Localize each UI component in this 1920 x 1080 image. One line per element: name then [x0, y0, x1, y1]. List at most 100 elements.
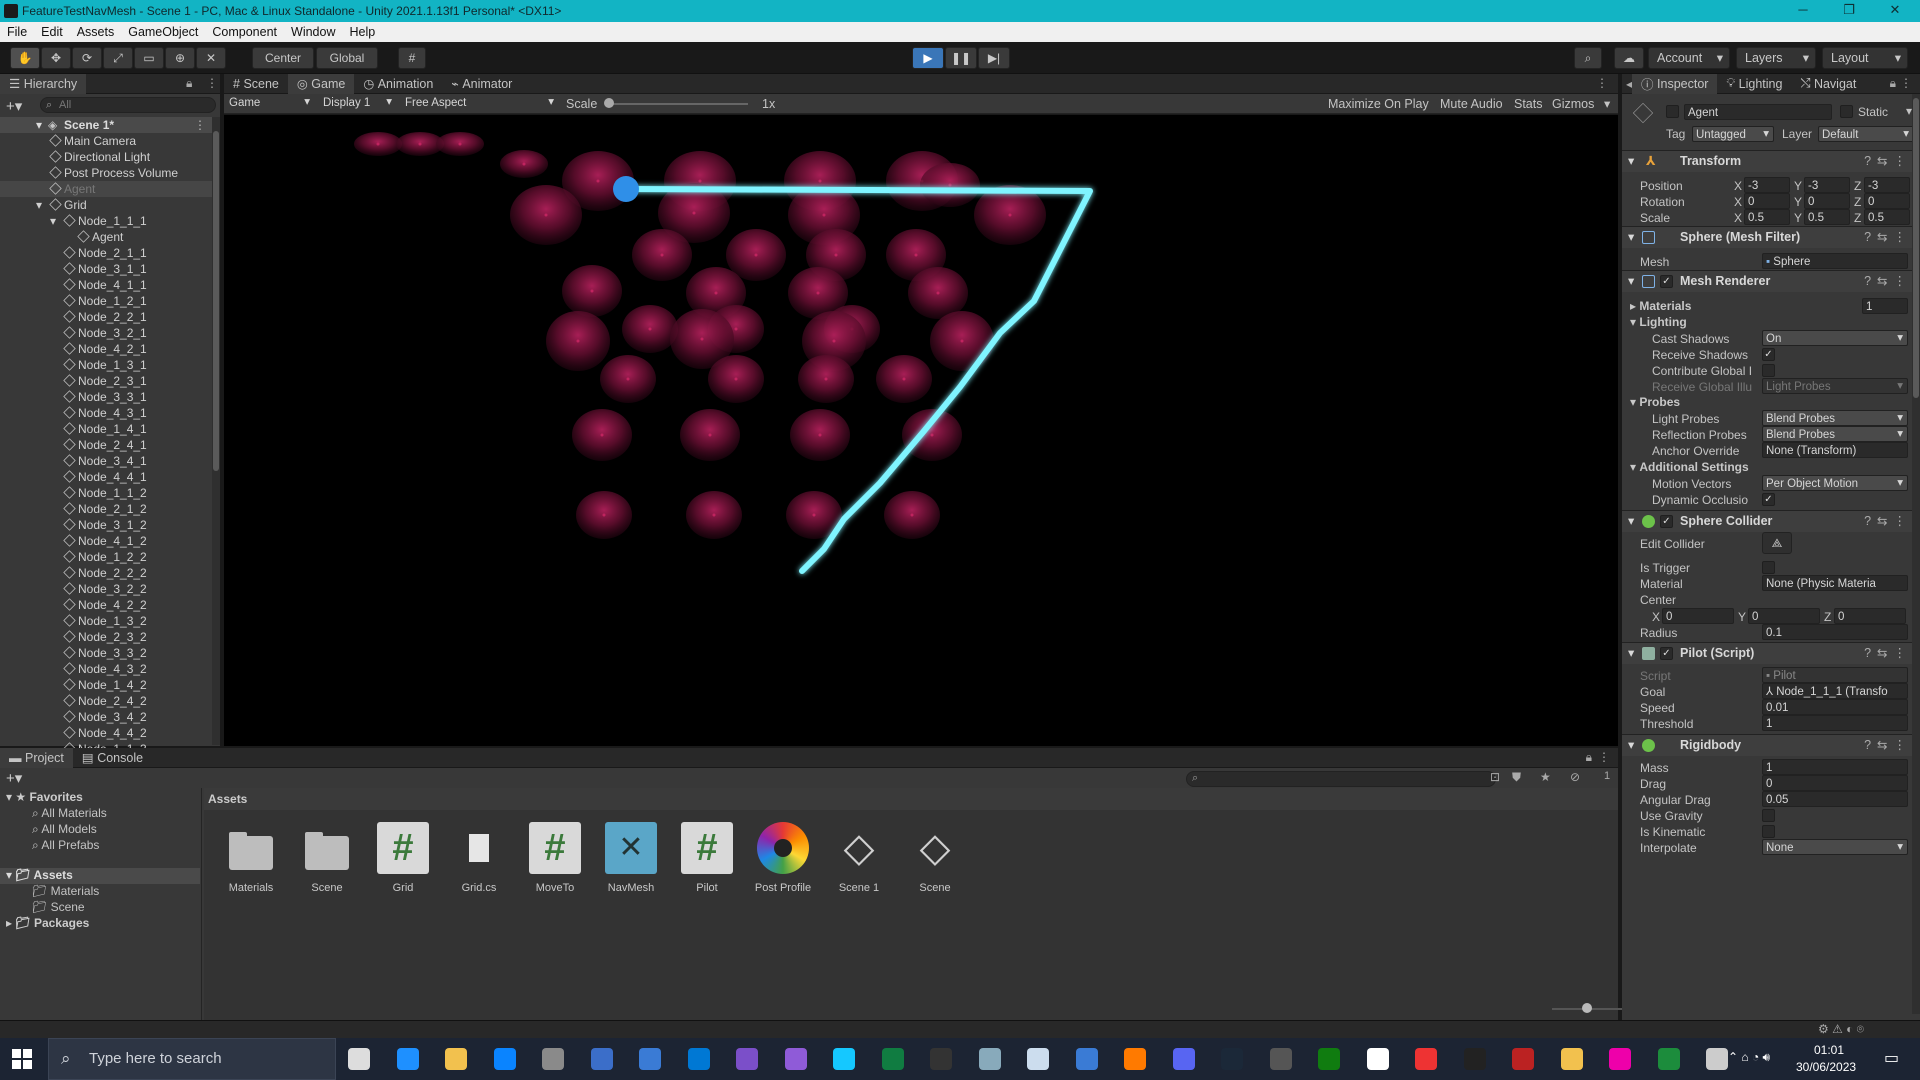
- hierarchy-item[interactable]: Node_4_1_1: [0, 277, 212, 293]
- sphere-collider-enabled-checkbox[interactable]: ✓: [1660, 515, 1673, 528]
- hierarchy-item[interactable]: Node_4_3_1: [0, 405, 212, 421]
- transform-tool-icon[interactable]: ⊕: [165, 47, 195, 69]
- kebab-menu-icon[interactable]: ⋮: [1598, 750, 1610, 764]
- object-name-field[interactable]: Agent: [1684, 104, 1832, 120]
- custom-tool-icon[interactable]: ✕: [196, 47, 226, 69]
- center-x-field[interactable]: 0: [1662, 608, 1734, 624]
- center-y-field[interactable]: 0: [1748, 608, 1820, 624]
- menu-help[interactable]: Help: [342, 25, 382, 39]
- github-taskbar-icon[interactable]: [784, 1048, 807, 1070]
- app-taskbar-icon[interactable]: [1027, 1048, 1049, 1070]
- clock-date[interactable]: 30/06/2023: [1796, 1060, 1856, 1074]
- speed-field[interactable]: 0.01: [1762, 699, 1908, 715]
- unity-taskbar-icon[interactable]: [1706, 1048, 1728, 1070]
- snap-grid-icon[interactable]: #: [398, 47, 426, 69]
- pivot-center-button[interactable]: Center: [252, 47, 314, 69]
- threshold-field[interactable]: 1: [1762, 715, 1908, 731]
- hierarchy-item[interactable]: Node_2_2_1: [0, 309, 212, 325]
- menu-file[interactable]: File: [0, 25, 34, 39]
- drag-field[interactable]: 0: [1762, 775, 1908, 791]
- game-mode-dropdown[interactable]: Game: [226, 95, 314, 111]
- app-taskbar-icon[interactable]: [1609, 1048, 1631, 1070]
- save-search-icon[interactable]: ★: [1540, 770, 1551, 784]
- hierarchy-item[interactable]: Node_4_1_2: [0, 533, 212, 549]
- app-taskbar-icon[interactable]: [978, 1048, 1001, 1070]
- minimize-button[interactable]: ─: [1780, 0, 1826, 22]
- tab-inspector[interactable]: ⓘ Inspector: [1632, 73, 1718, 94]
- position-z-field[interactable]: -3: [1864, 177, 1910, 193]
- rotation-z-field[interactable]: 0: [1864, 193, 1910, 209]
- tab-lighting[interactable]: 💡︎ Lighting: [1717, 74, 1791, 94]
- icon-size-slider-handle[interactable]: [1582, 1003, 1592, 1013]
- blender-taskbar-icon[interactable]: [1124, 1048, 1146, 1070]
- asset-item[interactable]: Post Profile: [748, 822, 818, 894]
- hierarchy-item[interactable]: Node_1_4_1: [0, 421, 212, 437]
- fold-arrow-icon[interactable]: ▾: [1628, 151, 1634, 171]
- account-dropdown[interactable]: Account: [1648, 47, 1730, 69]
- mass-field[interactable]: 1: [1762, 759, 1908, 775]
- hierarchy-item[interactable]: Agent: [0, 181, 212, 197]
- component-tools-icon[interactable]: ?⇆⋮: [1864, 643, 1912, 663]
- use-gravity-checkbox[interactable]: [1762, 809, 1775, 822]
- hierarchy-item[interactable]: Node_1_2_2: [0, 549, 212, 565]
- reflection-probes-dropdown[interactable]: Blend Probes: [1762, 426, 1908, 442]
- fold-arrow-icon[interactable]: ▾: [1628, 227, 1634, 247]
- rotate-tool-icon[interactable]: ⟳: [72, 47, 102, 69]
- lock-icon[interactable]: 🔒︎: [1890, 76, 1896, 91]
- fav-all-models[interactable]: ⌕ All Models: [32, 822, 97, 837]
- hierarchy-item[interactable]: Post Process Volume: [0, 165, 212, 181]
- tab-animator[interactable]: ⌁ Animator: [442, 74, 521, 94]
- folder-materials[interactable]: 📁︎ Materials: [32, 884, 99, 898]
- expand-arrow-icon[interactable]: ▾: [50, 213, 56, 229]
- breadcrumb-assets[interactable]: Assets: [208, 792, 247, 806]
- center-panel-menu-icon[interactable]: ⋮: [1596, 76, 1608, 90]
- mesh-renderer-enabled-checkbox[interactable]: ✓: [1660, 275, 1673, 288]
- hierarchy-item[interactable]: Node_2_3_2: [0, 629, 212, 645]
- scrollbar-thumb[interactable]: [1913, 98, 1919, 398]
- steam-taskbar-icon[interactable]: [1221, 1048, 1243, 1070]
- layer-dropdown[interactable]: Default: [1818, 126, 1914, 142]
- fav-all-prefabs[interactable]: ⌕ All Prefabs: [32, 838, 99, 853]
- hierarchy-item[interactable]: Node_4_3_2: [0, 661, 212, 677]
- display-dropdown[interactable]: Display 1: [320, 95, 396, 111]
- additional-settings-section-label[interactable]: ▾ Additional Settings: [1630, 460, 1749, 474]
- lock-icon[interactable]: 🔒︎: [186, 76, 192, 91]
- cast-shadows-dropdown[interactable]: On: [1762, 330, 1908, 346]
- gizmos-dropdown[interactable]: Gizmos: [1552, 97, 1594, 111]
- hierarchy-item[interactable]: Node_3_4_2: [0, 709, 212, 725]
- stats-toggle[interactable]: Stats: [1514, 97, 1543, 111]
- step-button[interactable]: ▶|: [978, 47, 1010, 69]
- goal-field[interactable]: ⅄ Node_1_1_1 (Transfo: [1762, 683, 1908, 699]
- hierarchy-item[interactable]: Node_2_3_1: [0, 373, 212, 389]
- app-taskbar-icon[interactable]: [1075, 1048, 1098, 1070]
- hierarchy-item[interactable]: Main Camera: [0, 133, 212, 149]
- pilot-script-header[interactable]: ▾ ✓ Pilot (Script) ?⇆⋮: [1622, 642, 1920, 664]
- hierarchy-item[interactable]: Node_4_2_1: [0, 341, 212, 357]
- hierarchy-item[interactable]: Node_4_4_2: [0, 725, 212, 741]
- app-taskbar-icon[interactable]: [1415, 1048, 1437, 1070]
- gizmos-arrow-icon[interactable]: ▾: [1604, 96, 1610, 111]
- scale-tool-icon[interactable]: ⤢: [103, 47, 133, 69]
- system-tray-icons[interactable]: ⌃ ⌂ ◔ 🔊︎: [1728, 1050, 1770, 1065]
- windows-start-icon[interactable]: [12, 1049, 32, 1069]
- clock-time[interactable]: 01:01: [1814, 1043, 1844, 1057]
- asset-item[interactable]: Materials: [216, 822, 286, 894]
- project-search-input[interactable]: ⌕: [1186, 771, 1496, 787]
- app-taskbar-icon[interactable]: [1657, 1048, 1680, 1070]
- rotation-x-field[interactable]: 0: [1744, 193, 1790, 209]
- app-taskbar-icon[interactable]: [1512, 1048, 1534, 1070]
- component-tools-icon[interactable]: ?⇆⋮: [1864, 227, 1912, 247]
- visual-studio-taskbar-icon[interactable]: [736, 1048, 758, 1070]
- hierarchy-item[interactable]: Node_3_3_2: [0, 645, 212, 661]
- game-viewport[interactable]: [224, 115, 1618, 746]
- component-tools-icon[interactable]: ?⇆⋮: [1864, 735, 1912, 755]
- status-icons[interactable]: ⚙ ⚠ ◐ ⌾: [1818, 1022, 1864, 1037]
- hierarchy-search-input[interactable]: ⌕ All: [40, 97, 216, 113]
- hierarchy-item[interactable]: Node_3_4_1: [0, 453, 212, 469]
- fold-arrow-icon[interactable]: ▾: [1628, 271, 1634, 291]
- tab-scene[interactable]: # Scene: [224, 74, 288, 94]
- cloud-icon[interactable]: ☁: [1614, 47, 1644, 69]
- hierarchy-item[interactable]: Node_2_1_2: [0, 501, 212, 517]
- scale-y-field[interactable]: 0.5: [1804, 209, 1850, 225]
- menu-gameobject[interactable]: GameObject: [121, 25, 205, 39]
